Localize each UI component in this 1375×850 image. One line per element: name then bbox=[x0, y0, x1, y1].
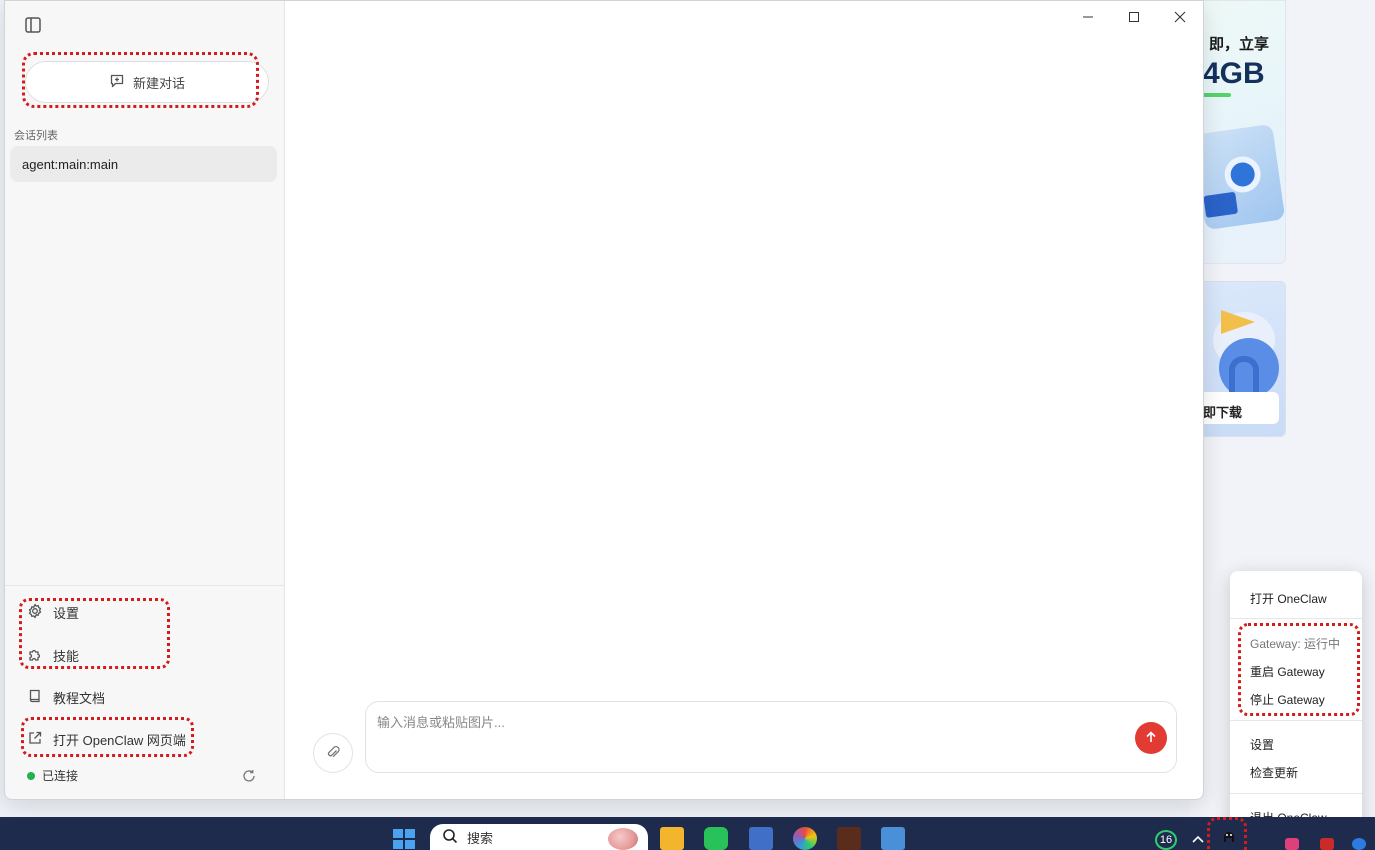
refresh-icon[interactable] bbox=[241, 768, 257, 784]
paperclip-icon bbox=[325, 744, 341, 763]
oneclaw-window: 新建对话 会话列表 agent:main:main 设置 技能 教程文档 打开 … bbox=[4, 0, 1204, 800]
close-icon[interactable] bbox=[1169, 7, 1191, 27]
download-label: 即下载 bbox=[1203, 405, 1243, 420]
tray-check-update[interactable]: 检查更新 bbox=[1250, 764, 1298, 781]
gear-icon bbox=[27, 603, 43, 622]
conversation-item[interactable]: agent:main:main bbox=[10, 146, 277, 182]
search-icon bbox=[442, 828, 458, 847]
tray-context-menu: 打开 OneClaw Gateway: 运行中 重启 Gateway 停止 Ga… bbox=[1230, 571, 1362, 842]
skills-label: 技能 bbox=[53, 648, 80, 664]
tray-stop-gateway[interactable]: 停止 Gateway bbox=[1250, 691, 1325, 708]
notification-badge[interactable]: 16 bbox=[1155, 830, 1177, 850]
oneclaw-tray-icon[interactable] bbox=[1221, 829, 1237, 848]
arrow-up-icon bbox=[1144, 730, 1158, 747]
skills-menu-item[interactable]: 技能 bbox=[27, 644, 79, 666]
tray-app-icon[interactable] bbox=[1285, 838, 1299, 850]
play-illustration bbox=[1221, 310, 1255, 334]
status-label: 已连接 bbox=[42, 769, 79, 783]
folder-app-icon[interactable] bbox=[881, 827, 905, 850]
send-button[interactable] bbox=[1135, 722, 1167, 754]
tray-open-oneclaw[interactable]: 打开 OneClaw bbox=[1250, 590, 1327, 607]
wechat-icon[interactable] bbox=[704, 827, 728, 850]
sidebar: 新建对话 会话列表 agent:main:main 设置 技能 教程文档 打开 … bbox=[5, 1, 285, 799]
message-composer bbox=[365, 701, 1177, 773]
game-app-icon[interactable] bbox=[837, 827, 861, 850]
tray-gateway-status: Gateway: 运行中 bbox=[1250, 637, 1341, 651]
cloud-illustration-arch bbox=[1229, 356, 1259, 396]
promo-card[interactable]: 即，立享 4GB bbox=[1190, 0, 1286, 264]
promo-line1: 即，立享 bbox=[1209, 36, 1270, 53]
tray-restart-gateway[interactable]: 重启 Gateway bbox=[1250, 663, 1325, 680]
folder-dot bbox=[1222, 154, 1264, 195]
chevron-up-icon[interactable] bbox=[1191, 832, 1205, 847]
conversation-list-title: 会话列表 bbox=[14, 130, 58, 142]
color-app-icon[interactable] bbox=[793, 827, 817, 850]
tray-separator bbox=[1230, 720, 1362, 721]
open-web-menu-item[interactable]: 打开 OpenClaw 网页端 bbox=[27, 728, 186, 750]
conversation-label: agent:main:main bbox=[22, 156, 119, 172]
tray-settings[interactable]: 设置 bbox=[1250, 736, 1274, 753]
blossom-decoration bbox=[608, 828, 638, 850]
chat-plus-icon bbox=[109, 73, 125, 92]
file-explorer-icon[interactable] bbox=[660, 827, 684, 850]
open-web-label: 打开 OpenClaw 网页端 bbox=[53, 732, 186, 748]
puzzle-icon bbox=[27, 646, 43, 665]
minimize-icon[interactable] bbox=[1077, 7, 1099, 27]
tray-separator bbox=[1230, 618, 1362, 619]
settings-label: 设置 bbox=[53, 605, 80, 621]
download-card[interactable]: 即下载 bbox=[1190, 281, 1286, 437]
docs-label: 教程文档 bbox=[53, 690, 106, 706]
tray-app-icon[interactable] bbox=[1320, 838, 1334, 850]
external-link-icon bbox=[27, 730, 43, 749]
windows-start-icon[interactable] bbox=[392, 828, 416, 850]
new-chat-label: 新建对话 bbox=[132, 75, 185, 91]
maximize-icon[interactable] bbox=[1123, 7, 1145, 27]
settings-menu-item[interactable]: 设置 bbox=[27, 601, 79, 623]
search-label: 搜索 bbox=[467, 830, 494, 846]
remote-desktop-icon[interactable] bbox=[749, 827, 773, 850]
folder-illustration bbox=[1192, 123, 1285, 231]
folder-tag bbox=[1203, 191, 1239, 218]
docs-menu-item[interactable]: 教程文档 bbox=[27, 686, 105, 708]
connection-status: 已连接 bbox=[27, 767, 78, 784]
taskbar-search[interactable]: 搜索 bbox=[430, 824, 648, 850]
sidebar-toggle-icon[interactable] bbox=[22, 15, 44, 35]
tray-app-icon[interactable] bbox=[1352, 838, 1366, 850]
tray-separator bbox=[1230, 793, 1362, 794]
attach-button[interactable] bbox=[313, 733, 353, 773]
status-dot bbox=[27, 771, 35, 780]
book-icon bbox=[27, 688, 43, 707]
promo-line2: 4GB bbox=[1203, 57, 1265, 90]
new-chat-button[interactable]: 新建对话 bbox=[25, 61, 269, 103]
promo-underline bbox=[1201, 93, 1231, 97]
message-input[interactable] bbox=[377, 712, 1117, 762]
